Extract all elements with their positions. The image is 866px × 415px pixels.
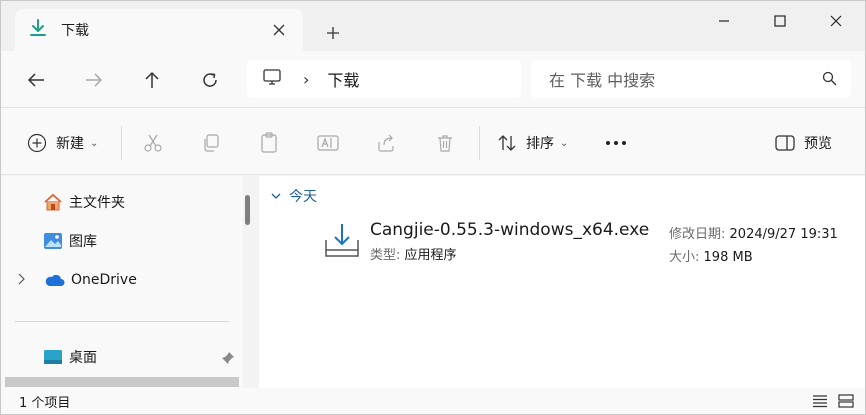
preview-label: 预览 <box>804 136 832 152</box>
refresh-button[interactable] <box>195 65 225 95</box>
chevron-right-icon: › <box>303 69 310 89</box>
size-value: 198 MB <box>703 250 753 265</box>
navigation-bar: › 下载 在 下载 中搜索 <box>1 51 865 107</box>
plus-circle-icon <box>27 133 47 153</box>
sidebar-scrollbar[interactable] <box>245 195 250 225</box>
rename-icon <box>317 135 339 151</box>
sidebar-item-label: OneDrive <box>71 272 137 288</box>
new-button[interactable]: 新建 ⌄ <box>27 130 98 156</box>
chevron-down-icon: ⌄ <box>560 137 569 149</box>
tiles-view-icon[interactable] <box>837 392 855 410</box>
tab-downloads[interactable]: 下载 <box>15 9 303 51</box>
file-size: 大小: 198 MB <box>669 246 753 265</box>
share-button[interactable] <box>376 130 396 156</box>
share-icon <box>378 134 394 152</box>
more-icon <box>606 141 626 145</box>
paste-button[interactable] <box>259 130 279 156</box>
chevron-down-icon: ⌄ <box>90 137 99 149</box>
monitor-icon <box>263 69 281 89</box>
sidebar-item-home[interactable]: 主文件夹 <box>43 191 125 213</box>
back-button[interactable] <box>21 65 51 95</box>
chevron-right-icon[interactable] <box>17 273 25 289</box>
explorer-window: 下载 › 下载 在 下载 中搜索 新建 ⌄ 排序 ⌄ 预览 主文件夹 图库 On… <box>0 0 866 415</box>
home-icon <box>44 193 62 211</box>
group-label: 今天 <box>289 189 317 205</box>
details-view-icon[interactable] <box>811 392 829 410</box>
cut-button[interactable] <box>143 130 163 156</box>
file-list: 今天 Cangjie-0.55.3-windows_x64.exe 类型: 应用… <box>259 176 865 388</box>
sort-button[interactable]: 排序 ⌄ <box>497 130 568 156</box>
file-modified-date: 修改日期: 2024/9/27 19:31 <box>669 223 838 242</box>
address-bar[interactable]: › 下载 <box>247 60 521 98</box>
new-label: 新建 <box>56 136 84 152</box>
toolbar-divider <box>479 126 480 160</box>
close-window-button[interactable] <box>813 7 859 35</box>
sidebar-item-label: 图库 <box>69 234 97 250</box>
date-value: 2024/9/27 19:31 <box>729 227 838 242</box>
status-bar: 1 个项目 <box>1 388 865 414</box>
sidebar-divider <box>15 321 229 322</box>
search-input[interactable]: 在 下载 中搜索 <box>531 60 851 98</box>
sidebar-item-onedrive[interactable]: OneDrive <box>43 269 137 291</box>
cloud-icon <box>45 274 65 286</box>
up-button[interactable] <box>137 65 167 95</box>
address-path: 下载 <box>327 71 360 90</box>
maximize-button[interactable] <box>757 7 803 35</box>
close-tab-icon[interactable] <box>269 20 289 40</box>
rename-button[interactable] <box>317 130 339 156</box>
installer-file-icon <box>323 222 361 264</box>
sort-label: 排序 <box>526 136 554 152</box>
group-header-today[interactable]: 今天 <box>271 186 317 206</box>
file-type-value: 应用程序 <box>404 248 457 263</box>
tab-title: 下载 <box>61 23 89 39</box>
title-bar: 下载 <box>1 1 865 51</box>
scissors-icon <box>144 134 162 152</box>
forward-button[interactable] <box>79 65 109 95</box>
sidebar-item-label: 桌面 <box>69 350 97 366</box>
pin-icon[interactable] <box>221 351 235 369</box>
new-tab-button[interactable] <box>321 21 345 45</box>
file-name: Cangjie-0.55.3-windows_x64.exe <box>370 220 650 240</box>
date-label: 修改日期: <box>669 227 726 242</box>
navigation-pane: 主文件夹 图库 OneDrive 桌面 <box>1 176 243 388</box>
command-bar: 新建 ⌄ 排序 ⌄ 预览 <box>1 107 865 175</box>
sort-icon <box>498 135 516 151</box>
download-icon <box>29 18 47 42</box>
gallery-icon <box>44 233 62 249</box>
desktop-icon <box>44 350 62 364</box>
sidebar-item-desktop[interactable]: 桌面 <box>43 346 97 368</box>
size-label: 大小: <box>669 250 700 265</box>
preview-pane-icon <box>775 135 795 151</box>
file-type-label: 类型: <box>370 248 401 263</box>
search-placeholder: 在 下载 中搜索 <box>549 71 656 90</box>
sidebar-item-label: 主文件夹 <box>69 195 125 211</box>
search-icon[interactable] <box>822 71 837 90</box>
chevron-down-icon <box>271 193 281 199</box>
copy-button[interactable] <box>201 130 221 156</box>
sidebar-item-gallery[interactable]: 图库 <box>43 230 97 252</box>
trash-icon <box>438 135 452 152</box>
more-options-button[interactable] <box>605 130 627 156</box>
item-count: 1 个项目 <box>19 396 71 411</box>
delete-button[interactable] <box>435 130 455 156</box>
file-type: 类型: 应用程序 <box>370 244 457 263</box>
minimize-button[interactable] <box>701 7 747 35</box>
copy-icon <box>204 134 219 152</box>
toolbar-divider <box>121 126 122 160</box>
preview-button[interactable]: 预览 <box>775 130 832 156</box>
sidebar-horizontal-scrollbar[interactable] <box>5 377 239 387</box>
clipboard-icon <box>261 132 277 153</box>
